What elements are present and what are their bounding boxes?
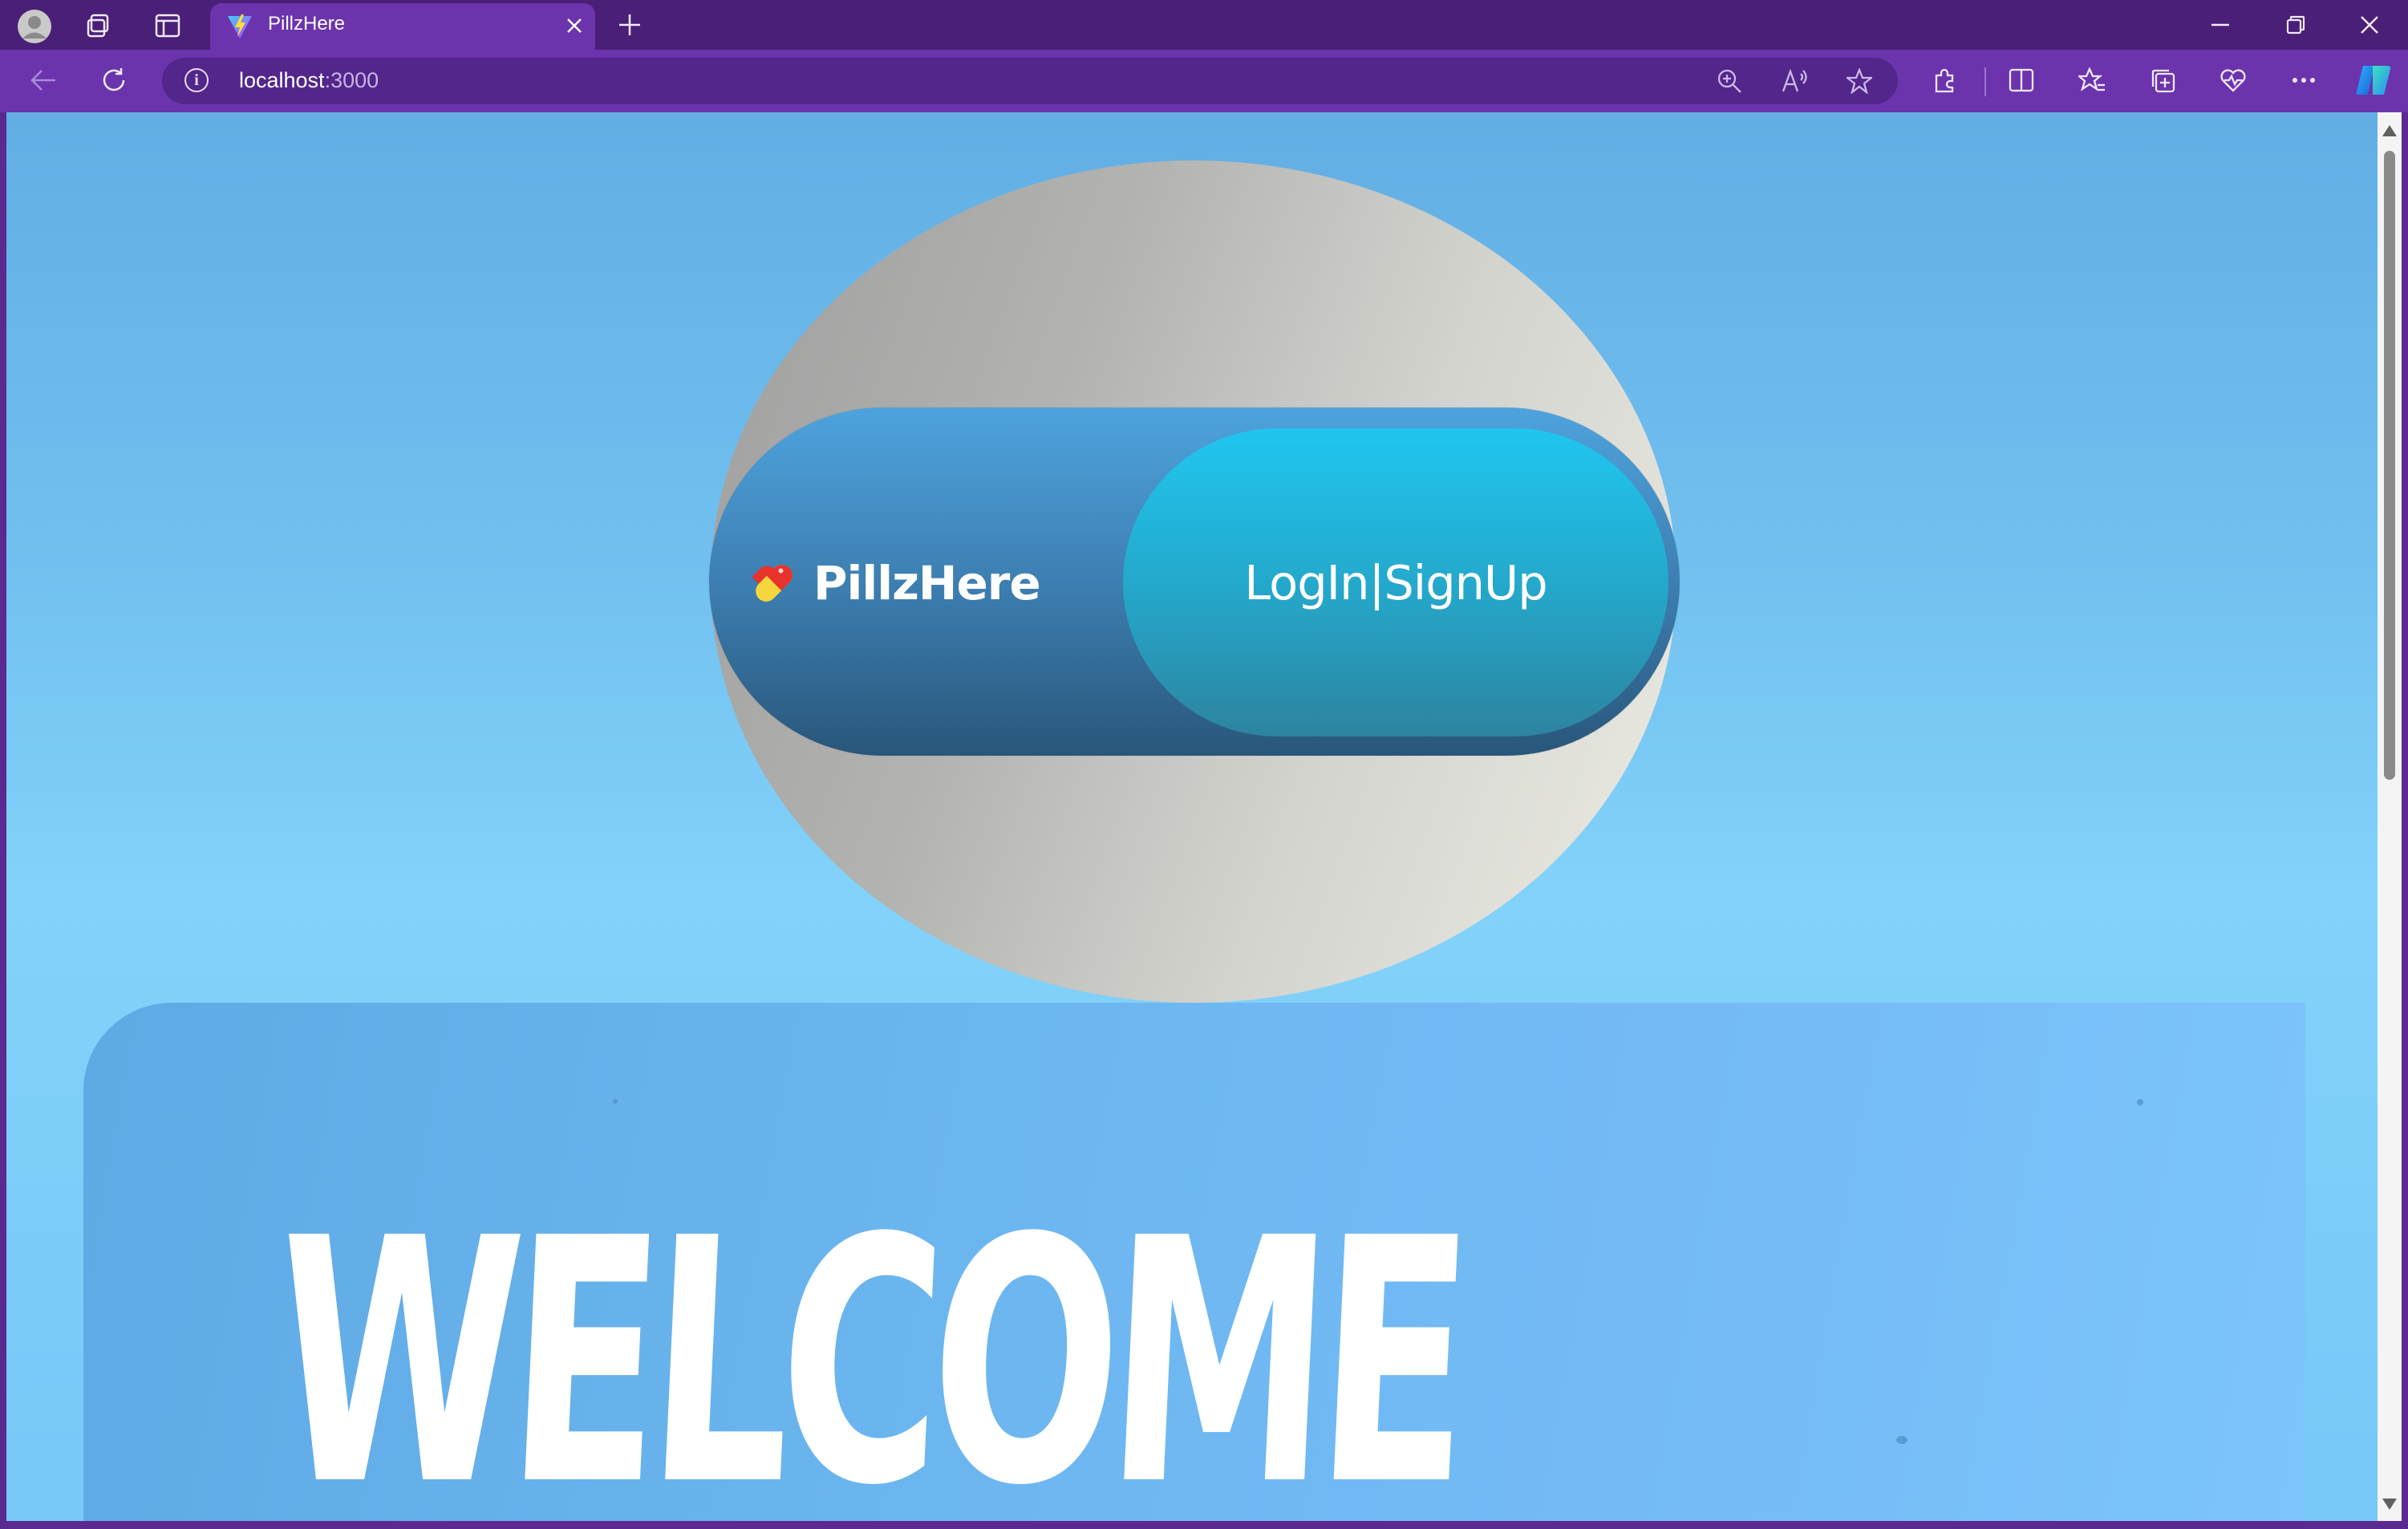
login-signup-button[interactable]: LogIn|SignUp <box>1123 428 1668 736</box>
close-icon[interactable] <box>2352 8 2387 42</box>
read-aloud-icon[interactable] <box>1778 64 1813 98</box>
extensions-icon[interactable] <box>1925 63 1964 98</box>
plus-icon[interactable] <box>611 8 648 42</box>
vite-favicon-icon <box>228 14 252 39</box>
vertical-tabs-icon[interactable] <box>149 10 186 42</box>
brand-logo[interactable]: PillzHere <box>748 547 1041 619</box>
refresh-icon[interactable] <box>95 63 133 98</box>
browser-essentials-icon[interactable] <box>2214 63 2252 98</box>
toolbar-separator <box>1984 67 1986 96</box>
login-signup-label: LogIn|SignUp <box>1244 554 1547 610</box>
welcome-panel: WELCOME <box>83 1003 2305 1521</box>
scroll-thumb[interactable] <box>2384 151 2395 780</box>
url-host: localhost <box>239 68 325 92</box>
page-viewport: PillzHere LogIn|SignUp WELCOME <box>6 112 2378 1521</box>
browser-toolbar: i localhost:3000 <box>0 50 2408 112</box>
tab-title: PillzHere <box>268 13 346 34</box>
favorite-star-icon[interactable] <box>1842 64 1877 98</box>
decorative-speck <box>613 1099 618 1104</box>
decorative-speck <box>1896 1436 1907 1444</box>
close-icon[interactable] <box>560 10 589 42</box>
url-text[interactable]: localhost:3000 <box>239 68 379 93</box>
info-icon[interactable]: i <box>184 68 209 92</box>
workspaces-icon[interactable] <box>80 10 117 42</box>
url-port: :3000 <box>324 68 379 92</box>
split-screen-icon[interactable] <box>2002 63 2041 98</box>
address-bar[interactable]: i localhost:3000 <box>162 58 1898 104</box>
brand-name: PillzHere <box>813 556 1041 610</box>
minimize-icon[interactable] <box>2203 8 2238 42</box>
collections-icon[interactable] <box>2143 63 2182 98</box>
favorites-icon[interactable] <box>2073 63 2111 98</box>
decorative-speck <box>2137 1099 2143 1105</box>
window-border <box>2402 112 2408 1529</box>
scroll-down-arrow-icon[interactable] <box>2382 1499 2397 1510</box>
zoom-icon[interactable] <box>1712 64 1747 98</box>
tab-strip: PillzHere <box>0 0 2408 50</box>
pill-icon <box>752 565 793 602</box>
window-border <box>0 1521 2408 1529</box>
scroll-up-arrow-icon[interactable] <box>2382 125 2397 136</box>
restore-icon[interactable] <box>2278 8 2313 42</box>
tab-pillzhere[interactable]: PillzHere <box>210 3 595 50</box>
profile-avatar-icon[interactable] <box>16 8 53 45</box>
vertical-scrollbar[interactable] <box>2378 112 2402 1521</box>
more-options-icon[interactable] <box>2284 63 2323 98</box>
back-icon[interactable] <box>24 63 63 98</box>
copilot-icon[interactable] <box>2353 61 2394 99</box>
welcome-heading: WELCOME <box>267 1167 1469 1521</box>
